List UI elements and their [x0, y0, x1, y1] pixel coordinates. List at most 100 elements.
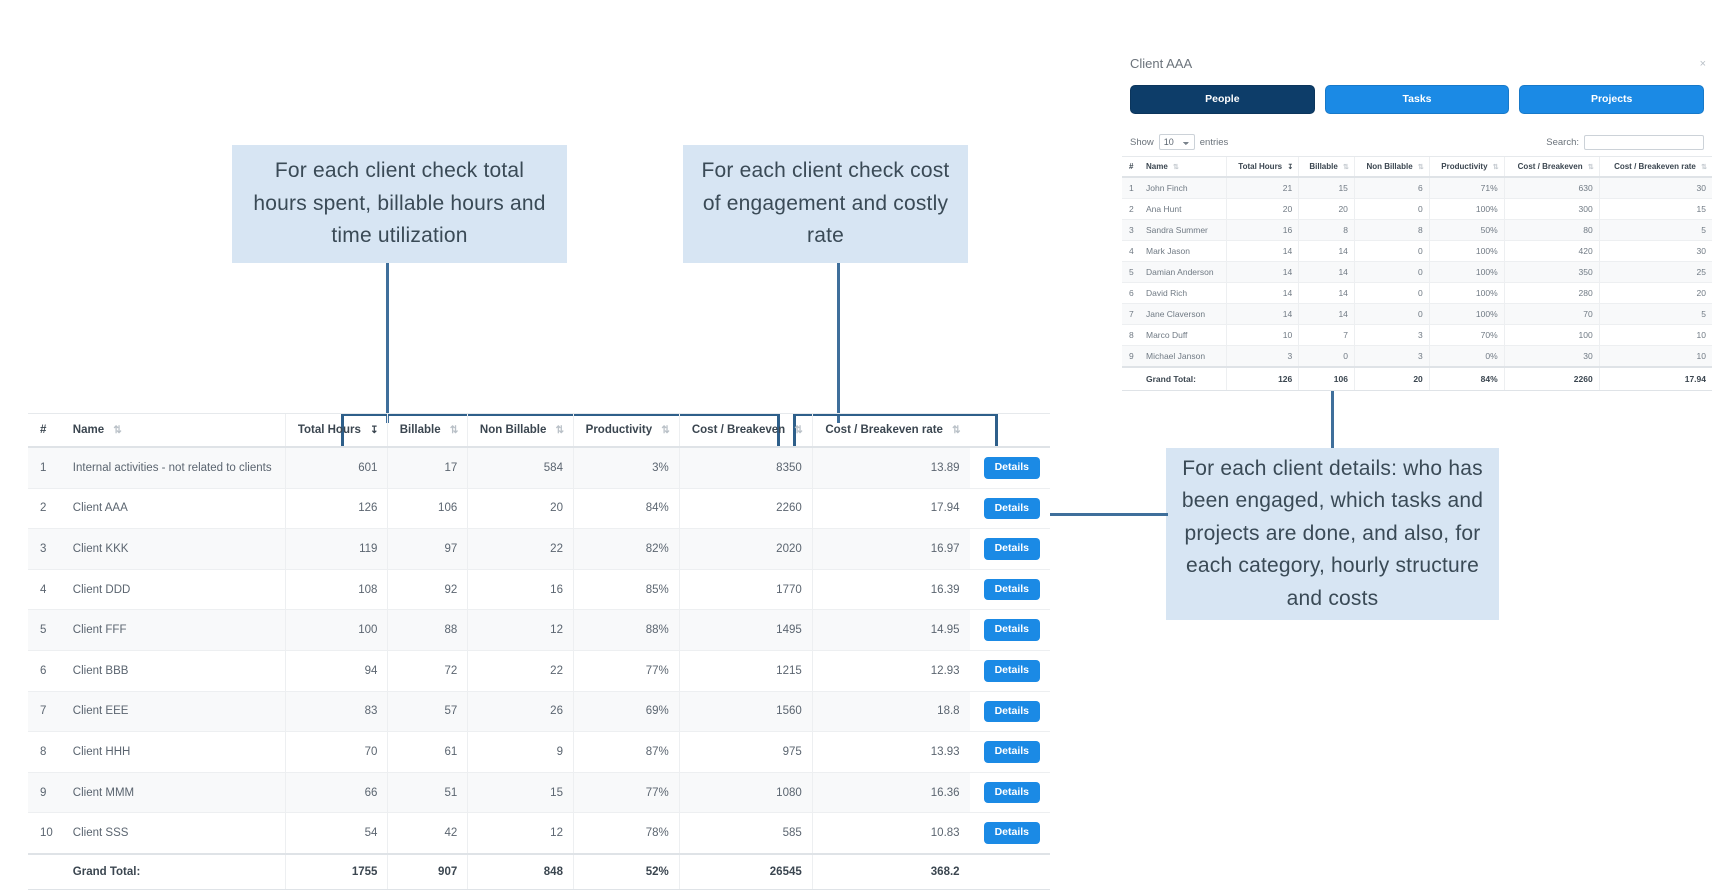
row-billable: 97: [387, 528, 468, 570]
sort-both-icon: ⇅: [113, 425, 121, 436]
pcol-total-hours[interactable]: Total Hours ↧: [1225, 156, 1299, 178]
sort-both-icon: ⇅: [1492, 164, 1499, 171]
sort-both-icon: ⇅: [1587, 164, 1594, 171]
col-index[interactable]: #: [28, 413, 63, 448]
person-productivity: 71%: [1428, 177, 1505, 199]
row-cost-breakeven-rate: 13.93: [811, 731, 970, 773]
show-label: Show: [1130, 136, 1154, 148]
details-button[interactable]: Details: [983, 700, 1040, 723]
person-cost-breakeven: 630: [1503, 177, 1600, 199]
panel-grand-total-cost-breakeven: 2260: [1503, 366, 1600, 391]
person-total-hours: 14: [1225, 282, 1299, 304]
row-total-hours: 126: [285, 488, 388, 530]
person-name: Mark Jason: [1140, 240, 1227, 262]
person-billable: 8: [1298, 219, 1355, 241]
entries-label: entries: [1199, 136, 1229, 148]
person-name: Damian Anderson: [1140, 261, 1227, 283]
person-non-billable: 0: [1353, 261, 1430, 283]
row-billable: 17: [387, 447, 468, 489]
show-entries-group: Show 10 25 50 100 entries: [1130, 134, 1228, 150]
row-client-name: Client AAA: [62, 488, 286, 530]
pcol-name[interactable]: Name ⇅: [1140, 156, 1227, 178]
col-cost-breakeven-rate[interactable]: Cost / Breakeven rate ⇅: [811, 413, 970, 448]
person-cost-breakeven-rate: 5: [1598, 303, 1712, 325]
details-button[interactable]: Details: [983, 741, 1040, 763]
row-cost-breakeven-rate: 17.94: [811, 488, 970, 530]
people-table-foot: Grand Total: 126 106 20 84% 2260 17.94: [1122, 366, 1712, 391]
row-cost-breakeven: 1560: [678, 691, 813, 733]
person-index: 8: [1122, 324, 1140, 346]
callout-cost-text: For each client check cost of engagement…: [701, 159, 950, 248]
person-productivity: 100%: [1428, 240, 1505, 262]
details-button[interactable]: Details: [983, 822, 1040, 844]
close-icon[interactable]: ×: [1700, 58, 1706, 70]
row-billable: 72: [387, 650, 468, 692]
pcol-productivity[interactable]: Productivity ⇅: [1428, 156, 1505, 178]
details-button[interactable]: Details: [983, 497, 1040, 520]
person-cost-breakeven-rate: 15: [1598, 198, 1712, 220]
person-billable: 14: [1298, 303, 1355, 325]
details-button[interactable]: Details: [983, 538, 1040, 560]
row-cost-breakeven: 2260: [678, 488, 813, 530]
person-index: 7: [1122, 303, 1140, 325]
pcol-index[interactable]: #: [1122, 156, 1140, 178]
person-name: Sandra Summer: [1140, 219, 1227, 241]
pcol-non-billable[interactable]: Non Billable ⇅: [1353, 156, 1430, 178]
pcol-cost-breakeven-rate[interactable]: Cost / Breakeven rate ⇅: [1598, 156, 1712, 178]
search-input[interactable]: [1584, 134, 1704, 150]
col-name[interactable]: Name ⇅: [62, 413, 286, 448]
person-index: 6: [1122, 282, 1140, 304]
details-button[interactable]: Details: [983, 781, 1040, 804]
col-billable[interactable]: Billable ⇅: [387, 413, 468, 448]
callout-hours: For each client check total hours spent,…: [232, 145, 567, 263]
panel-grand-total-billable: 106: [1298, 366, 1355, 391]
clients-table: # Name ⇅ Total Hours ↧ Billable ⇅ Non Bi…: [28, 413, 1050, 890]
person-cost-breakeven: 300: [1503, 198, 1600, 220]
tab-people[interactable]: People: [1130, 85, 1315, 114]
pcol-cost-breakeven[interactable]: Cost / Breakeven ⇅: [1503, 156, 1600, 178]
person-total-hours: 3: [1225, 345, 1299, 368]
row-index: 5: [28, 609, 63, 651]
entries-per-page-select[interactable]: 10 25 50 100: [1158, 134, 1195, 150]
table-row: 7 Client EEE 83 57 26 69% 1560 18.8 Details: [28, 691, 1050, 733]
person-productivity: 50%: [1428, 219, 1505, 241]
col-productivity[interactable]: Productivity ⇅: [572, 413, 680, 448]
person-billable: 14: [1298, 240, 1355, 262]
col-non-billable[interactable]: Non Billable ⇅: [467, 413, 574, 448]
sort-both-icon: ⇅: [449, 425, 458, 436]
tab-projects[interactable]: Projects: [1519, 85, 1705, 114]
list-item: 5 Damian Anderson 14 14 0 100% 350 25: [1122, 261, 1712, 283]
details-button[interactable]: Details: [983, 659, 1040, 682]
connector-details-horizontal: [1043, 513, 1168, 516]
details-button[interactable]: Details: [983, 619, 1040, 641]
row-productivity: 85%: [572, 569, 680, 611]
person-cost-breakeven-rate: 5: [1598, 219, 1712, 241]
person-name: Michael Janson: [1140, 345, 1227, 368]
clients-table-head: # Name ⇅ Total Hours ↧ Billable ⇅ Non Bi…: [28, 413, 1050, 448]
sort-desc-icon: ↧: [370, 425, 378, 436]
person-name: Ana Hunt: [1140, 198, 1227, 220]
details-button[interactable]: Details: [983, 578, 1040, 601]
row-cost-breakeven-rate: 12.93: [811, 650, 970, 692]
row-non-billable: 12: [467, 812, 574, 855]
person-cost-breakeven: 350: [1503, 261, 1600, 283]
details-button[interactable]: Details: [983, 457, 1040, 479]
row-cost-breakeven: 585: [678, 812, 813, 855]
col-cost-breakeven[interactable]: Cost / Breakeven ⇅: [678, 413, 813, 448]
search-group: Search:: [1546, 134, 1704, 150]
row-cost-breakeven: 1215: [678, 650, 813, 692]
row-actions-cell: Details: [969, 691, 1050, 733]
person-non-billable: 0: [1353, 198, 1430, 220]
tab-tasks[interactable]: Tasks: [1324, 85, 1510, 114]
row-non-billable: 20: [467, 488, 574, 530]
person-cost-breakeven-rate: 10: [1598, 345, 1712, 368]
person-non-billable: 6: [1353, 177, 1430, 199]
clients-table-container: # Name ⇅ Total Hours ↧ Billable ⇅ Non Bi…: [28, 413, 1050, 890]
person-billable: 15: [1298, 177, 1355, 199]
row-client-name: Client MMM: [62, 772, 286, 814]
pcol-billable[interactable]: Billable ⇅: [1298, 156, 1355, 178]
row-productivity: 82%: [572, 528, 680, 570]
person-non-billable: 0: [1353, 240, 1430, 262]
row-cost-breakeven-rate: 16.39: [811, 569, 970, 611]
col-total-hours[interactable]: Total Hours ↧: [285, 413, 388, 448]
